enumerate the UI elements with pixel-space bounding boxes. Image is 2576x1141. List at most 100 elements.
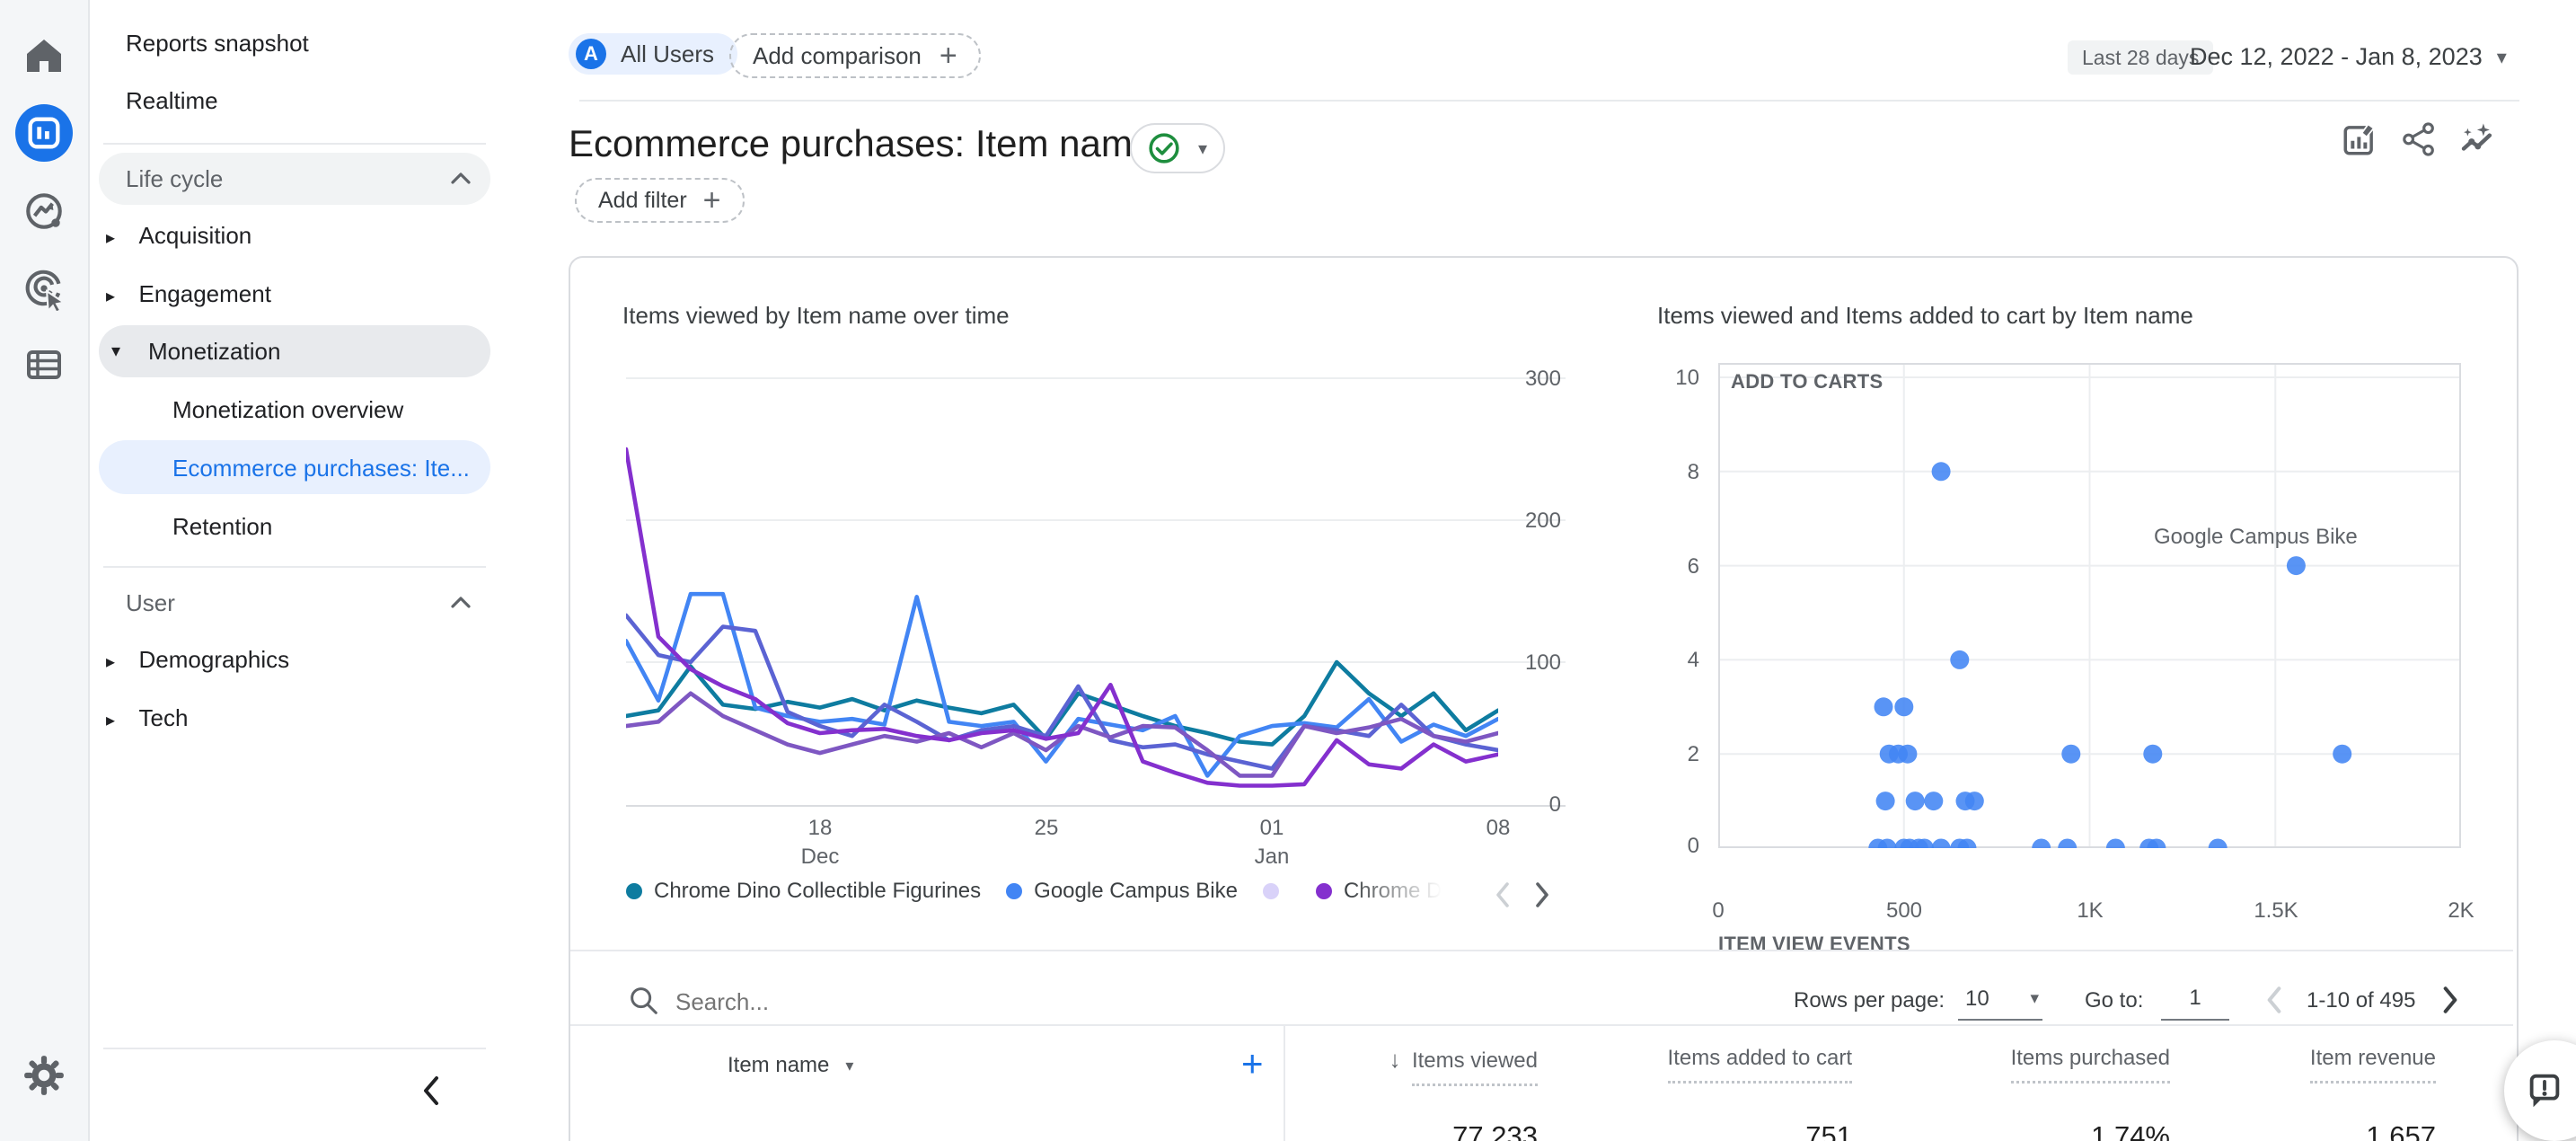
dimension-column-header[interactable]: Item name ▾	[728, 1053, 853, 1078]
dropdown-caret-icon: ▾	[845, 1057, 853, 1075]
legend-fade	[1347, 873, 1473, 916]
sidebar-divider	[103, 566, 486, 568]
sidebar-item-monetization[interactable]: ▾ Monetization	[99, 325, 490, 377]
legend-dot	[1316, 883, 1332, 899]
line-chart-legend: Chrome Dino Collectible Figurines Google…	[626, 879, 1470, 904]
sidebar-item-reports-snapshot[interactable]: Reports snapshot	[126, 30, 309, 57]
audience-badge: A	[576, 39, 606, 69]
column-header-items-added-to-cart[interactable]: Items added to cart	[1619, 1046, 1852, 1071]
y-tick: 2	[1628, 742, 1699, 767]
legend-item[interactable]	[1263, 883, 1291, 899]
sidebar-item-ecommerce-purchases[interactable]: Ecommerce purchases: Ite...	[99, 440, 490, 494]
x-tick: 01	[1236, 816, 1308, 841]
advertising-icon[interactable]	[0, 266, 88, 311]
add-column-button[interactable]: +	[1241, 1042, 1264, 1085]
scatter-point-label: Google Campus Bike	[2154, 525, 2358, 550]
x-tick: 1.5K	[2240, 898, 2312, 924]
section-label: User	[126, 589, 175, 617]
feedback-bubble-icon	[2524, 1070, 2565, 1111]
cell-item-revenue: 1,657	[2202, 1120, 2436, 1141]
go-to-page-input[interactable]	[2161, 977, 2229, 1021]
y-tick: 10	[1628, 366, 1699, 391]
next-page-icon[interactable]	[2439, 985, 2461, 1015]
card-divider	[570, 950, 2513, 951]
x-tick: 0	[1682, 898, 1754, 924]
green-check-icon	[1148, 132, 1180, 164]
share-icon[interactable]	[2400, 120, 2438, 158]
legend-item[interactable]: Chrome Dino Collectible Figurines	[626, 879, 981, 904]
explore-icon[interactable]	[0, 189, 88, 234]
insights-icon[interactable]	[2457, 120, 2495, 158]
y-tick: 300	[1491, 367, 1561, 392]
topbar-divider	[579, 100, 2519, 102]
legend-next-icon[interactable]	[1532, 880, 1552, 909]
previous-page-icon[interactable]	[2263, 985, 2285, 1015]
x-tick: 1K	[2054, 898, 2126, 924]
rows-per-page-label: Rows per page:	[1794, 988, 1945, 1013]
expand-right-icon: ▸	[106, 228, 115, 248]
page-title: Ecommerce purchases: Item name	[569, 122, 1153, 165]
sidebar-section-life-cycle[interactable]: Life cycle	[99, 153, 490, 205]
search-input[interactable]	[674, 985, 1486, 1019]
y-tick: 0	[1628, 834, 1699, 859]
scatter-xlabel: ITEM VIEW EVENTS	[1718, 933, 1910, 956]
y-tick: 4	[1628, 648, 1699, 673]
reports-icon[interactable]	[15, 104, 73, 162]
sidebar-divider	[103, 1048, 486, 1049]
section-label: Life cycle	[126, 165, 223, 193]
collapse-drawer-icon[interactable]	[420, 1075, 442, 1107]
audience-chip-all-users[interactable]: A All Users	[569, 33, 737, 75]
legend-dot	[626, 883, 642, 899]
rows-per-page-select[interactable]: 10 ▾	[1958, 977, 2042, 1021]
legend-dot	[1263, 883, 1279, 899]
column-header-items-purchased[interactable]: Items purchased	[1936, 1046, 2170, 1071]
add-comparison-button[interactable]: Add comparison +	[729, 33, 981, 78]
legend-prev-icon[interactable]	[1493, 880, 1513, 909]
add-filter-button[interactable]: Add filter +	[575, 178, 745, 223]
x-tick: 500	[1868, 898, 1940, 924]
edit-report-icon[interactable]	[2341, 120, 2378, 158]
sidebar-divider	[103, 143, 486, 145]
report-nav-drawer: Reports snapshot Realtime Life cycle ▸ A…	[90, 0, 539, 1141]
go-to-label: Go to:	[2085, 988, 2143, 1013]
y-tick: 8	[1628, 460, 1699, 485]
chevron-up-icon[interactable]	[449, 594, 472, 612]
library-icon[interactable]	[0, 343, 88, 386]
x-tick-sub: Dec	[784, 845, 856, 870]
legend-item[interactable]: Google Campus Bike	[1006, 879, 1238, 904]
sidebar-item-retention[interactable]: Retention	[172, 513, 272, 541]
expand-right-icon: ▸	[106, 652, 115, 672]
dropdown-caret-icon: ▾	[2030, 988, 2039, 1009]
cell-items-added-to-cart: 751	[1619, 1120, 1852, 1141]
column-header-item-revenue[interactable]: Item revenue	[2202, 1046, 2436, 1071]
gear-icon[interactable]	[0, 1053, 88, 1098]
y-tick: 100	[1491, 650, 1561, 676]
date-range-picker[interactable]: Dec 12, 2022 - Jan 8, 2023 ▾	[2190, 43, 2507, 71]
scatter-chart-svg	[1718, 363, 2461, 848]
plus-icon: +	[703, 185, 721, 216]
dropdown-caret-icon: ▾	[2497, 46, 2507, 69]
sidebar-item-monetization-overview[interactable]: Monetization overview	[172, 396, 403, 424]
sidebar-item-acquisition[interactable]: ▸ Acquisition	[106, 222, 251, 250]
x-tick-sub: Jan	[1236, 845, 1308, 870]
sidebar-section-user[interactable]: User	[99, 577, 490, 629]
report-status-dropdown[interactable]: ▾	[1130, 123, 1225, 173]
legend-dot	[1006, 883, 1022, 899]
chevron-up-icon[interactable]	[449, 170, 472, 188]
home-icon[interactable]	[0, 34, 88, 77]
y-tick: 200	[1491, 509, 1561, 534]
sidebar-item-tech[interactable]: ▸ Tech	[106, 704, 188, 732]
pagination-range: 1-10 of 495	[2307, 988, 2415, 1013]
scatter-ylabel: ADD TO CARTS	[1731, 370, 1883, 394]
scatter-chart-title: Items viewed and Items added to cart by …	[1657, 302, 2193, 330]
line-chart-svg	[626, 378, 1498, 804]
x-tick: 25	[1010, 816, 1082, 841]
x-tick: 18	[784, 816, 856, 841]
expand-right-icon: ▸	[106, 711, 115, 730]
sidebar-item-demographics[interactable]: ▸ Demographics	[106, 646, 289, 674]
cell-items-viewed: 77,233	[1331, 1120, 1538, 1141]
column-header-items-viewed[interactable]: ↓ Items viewed	[1331, 1046, 1538, 1074]
sidebar-item-realtime[interactable]: Realtime	[126, 87, 218, 115]
x-tick: 08	[1462, 816, 1534, 841]
sidebar-item-engagement[interactable]: ▸ Engagement	[106, 280, 271, 308]
